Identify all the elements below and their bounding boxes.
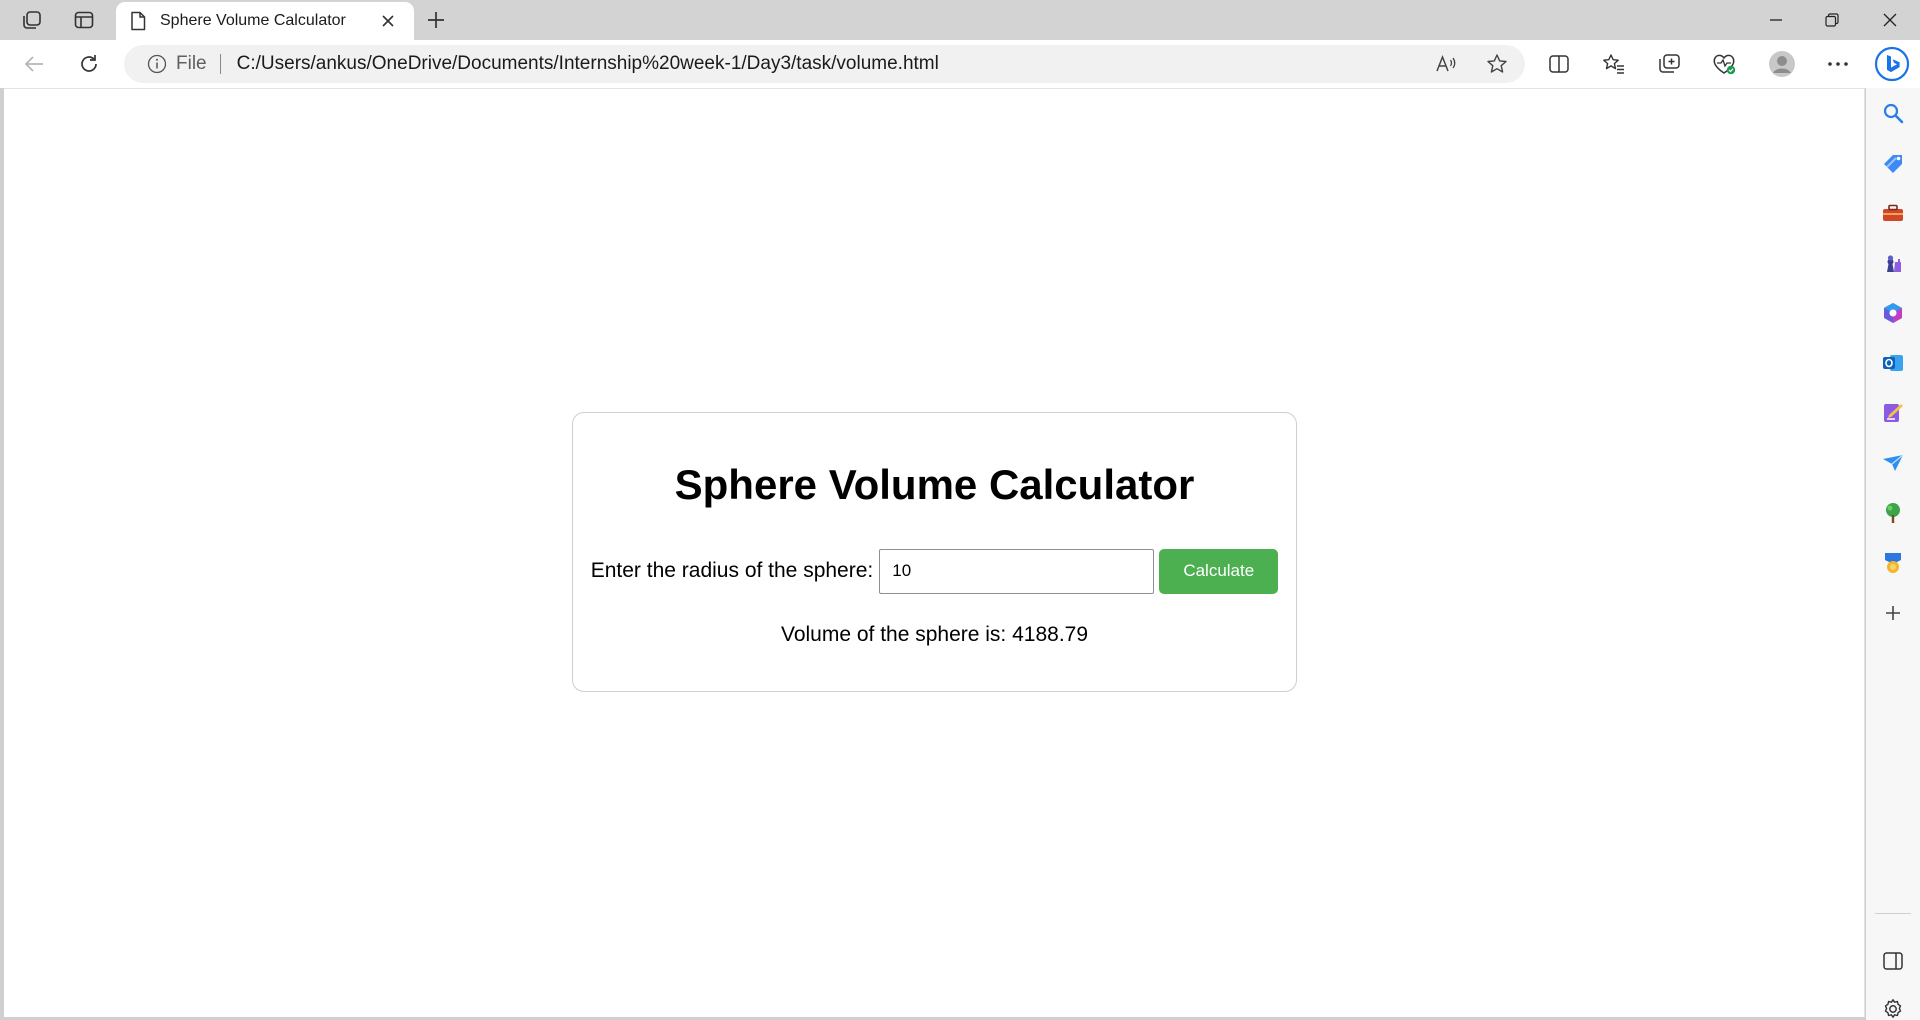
sidebar-toggle-icon[interactable]: [1875, 943, 1911, 979]
favorite-star-icon[interactable]: [1475, 45, 1519, 83]
calculator-card: Sphere Volume Calculator Enter the radiu…: [572, 412, 1297, 692]
settings-icon[interactable]: [1875, 991, 1911, 1020]
page-icon: [130, 11, 146, 31]
collections-icon[interactable]: [1647, 46, 1691, 82]
tab-title: Sphere Volume Calculator: [160, 12, 346, 29]
sidebar-divider: [1875, 913, 1911, 914]
page-title: Sphere Volume Calculator: [674, 461, 1195, 508]
edge-sidebar: [1866, 88, 1920, 1020]
browser-toolbar: File C:/Users/ankus/OneDrive/Documents/I…: [0, 40, 1920, 88]
tab-actions-icon[interactable]: [64, 5, 104, 35]
search-icon[interactable]: [1875, 95, 1911, 131]
split-screen-icon[interactable]: [1537, 46, 1581, 82]
microsoft-365-icon[interactable]: [1875, 295, 1911, 331]
profile-avatar[interactable]: [1760, 46, 1804, 82]
radius-form: Enter the radius of the sphere: Calculat…: [573, 548, 1296, 594]
read-aloud-icon[interactable]: [1424, 45, 1468, 83]
tree-icon[interactable]: [1875, 495, 1911, 531]
volume-result: Volume of the sphere is: 4188.79: [780, 623, 1089, 646]
minimize-icon[interactable]: [1748, 0, 1804, 40]
site-info-icon[interactable]: [146, 53, 168, 75]
favorites-icon[interactable]: [1592, 46, 1636, 82]
url-text[interactable]: C:/Users/ankus/OneDrive/Documents/Intern…: [237, 53, 939, 75]
new-tab-icon[interactable]: [416, 5, 456, 35]
outlook-icon[interactable]: [1875, 345, 1911, 381]
rewards-icon[interactable]: [1875, 545, 1911, 581]
designer-icon[interactable]: [1875, 395, 1911, 431]
page-viewport: Sphere Volume Calculator Enter the radiu…: [4, 88, 1865, 1017]
close-icon[interactable]: [376, 9, 400, 33]
shopping-icon[interactable]: [1875, 145, 1911, 181]
window-close-icon[interactable]: [1862, 0, 1918, 40]
games-icon[interactable]: [1875, 245, 1911, 281]
tab-active[interactable]: Sphere Volume Calculator: [116, 2, 414, 40]
address-divider: [219, 54, 221, 74]
add-icon[interactable]: [1875, 595, 1911, 631]
url-scheme-label: File: [176, 53, 207, 74]
workspaces-icon[interactable]: [12, 5, 52, 35]
tools-icon[interactable]: [1875, 195, 1911, 231]
restore-icon[interactable]: [1804, 0, 1860, 40]
back-icon[interactable]: [14, 46, 54, 82]
address-bar[interactable]: File C:/Users/ankus/OneDrive/Documents/I…: [124, 45, 1525, 83]
radius-input[interactable]: [879, 548, 1155, 594]
browser-essentials-icon[interactable]: [1702, 46, 1746, 82]
calculate-button[interactable]: Calculate: [1159, 548, 1279, 594]
radius-label: Enter the radius of the sphere:: [590, 559, 874, 582]
more-menu-icon[interactable]: [1816, 46, 1860, 82]
refresh-icon[interactable]: [69, 46, 109, 82]
copilot-icon[interactable]: [1870, 46, 1914, 82]
drop-icon[interactable]: [1875, 445, 1911, 481]
tab-strip: Sphere Volume Calculator: [0, 0, 1920, 40]
